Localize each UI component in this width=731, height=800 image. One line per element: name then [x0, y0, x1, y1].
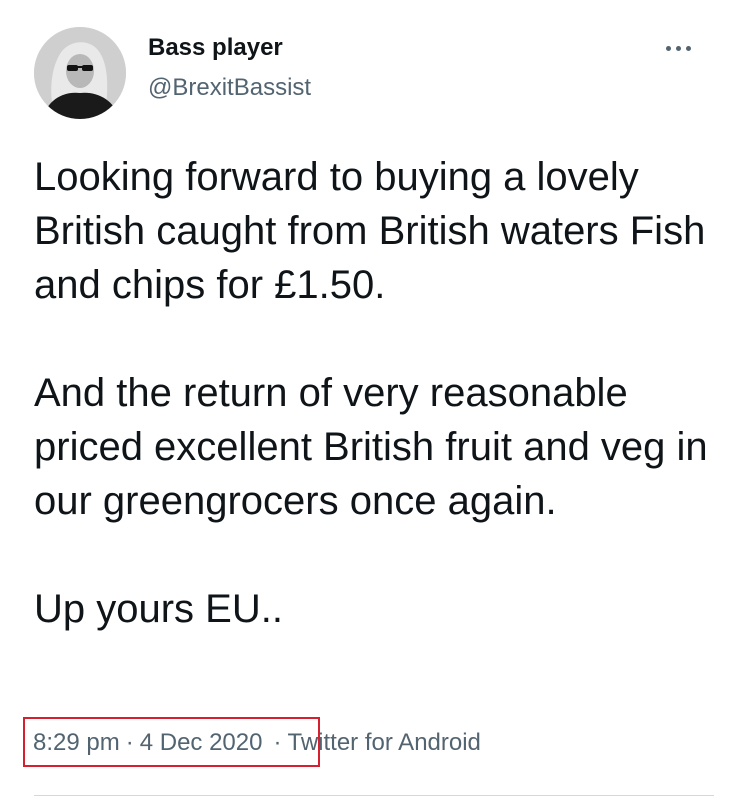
tweet-paragraph: Up yours EU.. [34, 587, 283, 631]
divider [34, 795, 714, 796]
more-horizontal-icon [665, 45, 671, 51]
tweet-date[interactable]: 4 Dec 2020 [140, 728, 263, 758]
more-horizontal-icon-dot [675, 45, 681, 51]
author-display-name[interactable]: Bass player [148, 33, 283, 63]
tweet-text: Looking forward to buying a lovely Briti… [34, 150, 714, 636]
more-options-button[interactable] [658, 36, 698, 60]
tweet-paragraph: And the return of very reasonable priced… [34, 371, 708, 523]
tweet-card: Bass player @BrexitBassist Looking forwa… [0, 0, 731, 800]
avatar-image [34, 27, 126, 119]
meta-separator: · [273, 729, 282, 756]
more-horizontal-icon-dot [685, 45, 691, 51]
tweet-paragraph: Looking forward to buying a lovely Briti… [34, 155, 706, 307]
avatar[interactable] [34, 27, 126, 119]
tweet-source-link[interactable]: Twitter for Android [287, 728, 480, 758]
author-handle[interactable]: @BrexitBassist [148, 73, 311, 103]
tweet-meta: 8:29 pm · 4 Dec 2020 · Twitter for Andro… [33, 728, 481, 758]
meta-separator: · [125, 729, 134, 756]
tweet-time[interactable]: 8:29 pm [33, 728, 120, 758]
